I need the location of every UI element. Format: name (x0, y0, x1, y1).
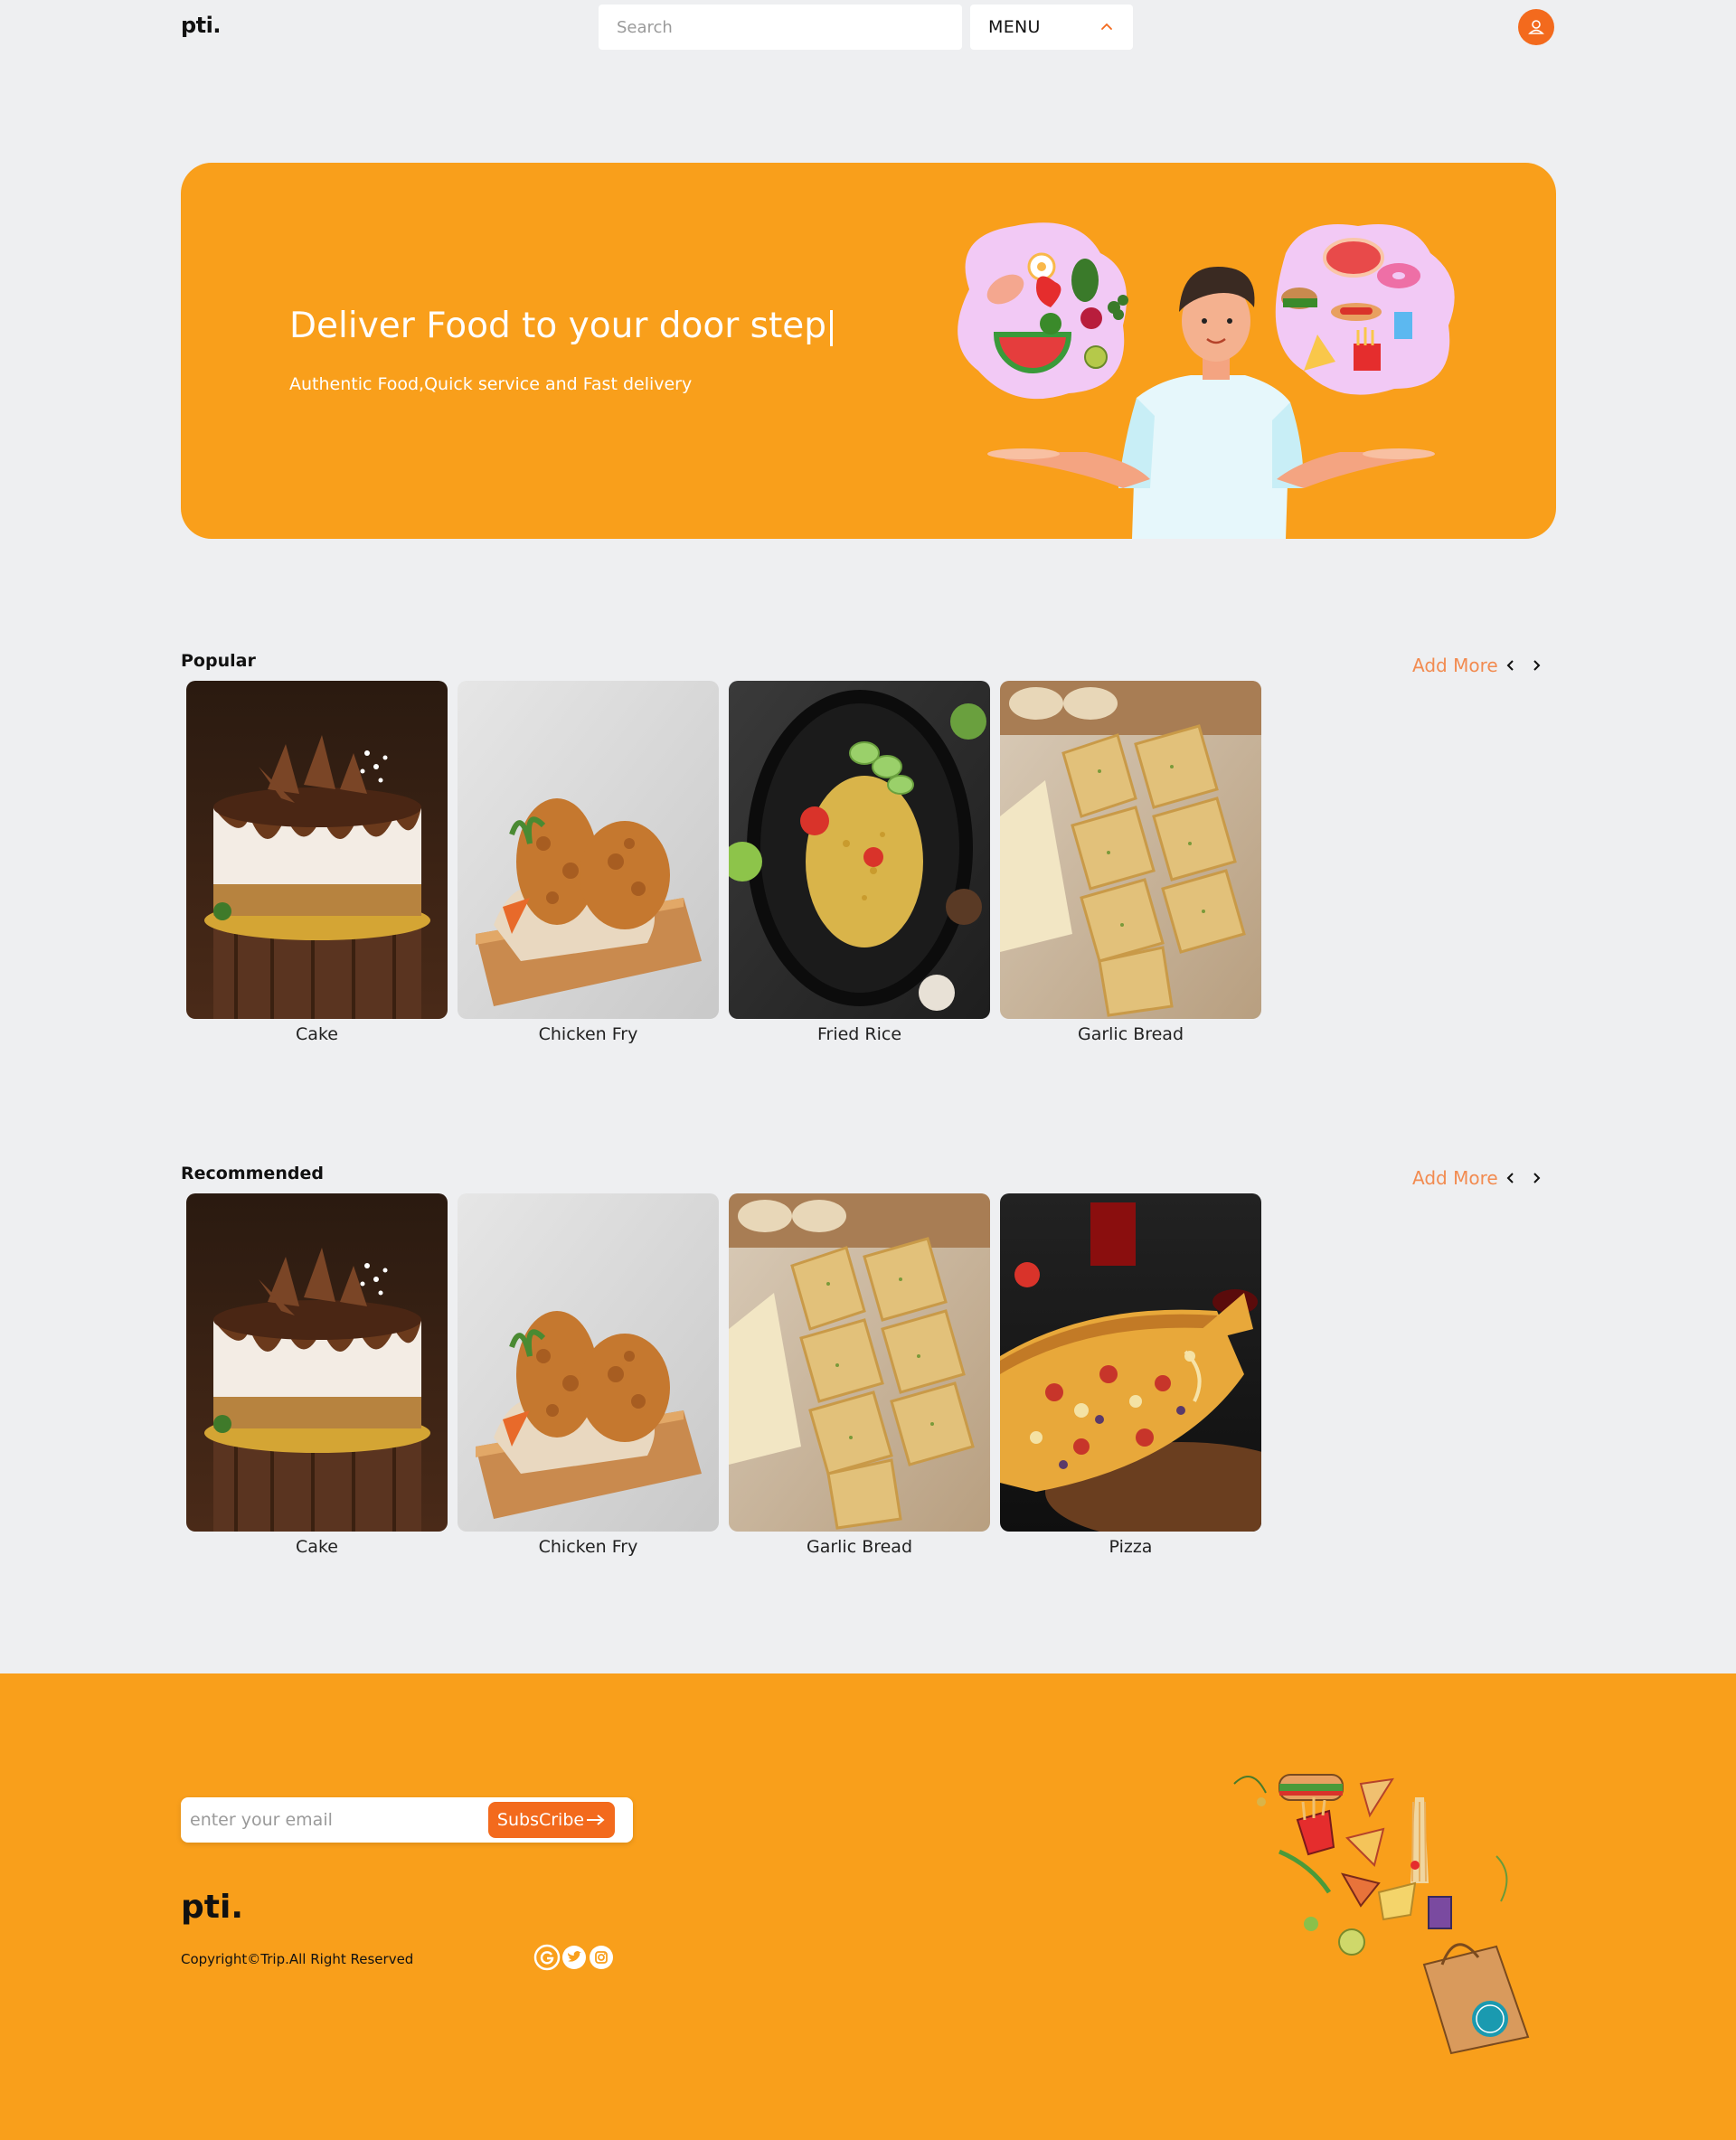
food-card-label: Chicken Fry (538, 1024, 638, 1044)
text-caret (830, 309, 834, 346)
food-card-label: Garlic Bread (1077, 1024, 1184, 1044)
fried-rice-image (729, 681, 990, 1019)
food-card[interactable]: Garlic Bread (1000, 681, 1261, 1044)
recommended-add-more-link[interactable]: Add More (1412, 1167, 1498, 1189)
food-card[interactable]: Cake (186, 681, 448, 1044)
footer: SubsCribe pti. Copyright©Trip.All Right … (0, 1673, 1736, 2140)
chicken-fry-image (458, 1193, 719, 1532)
chevron-right-icon[interactable] (1526, 655, 1546, 675)
footer-logo[interactable]: pti. (181, 1889, 243, 1926)
twitter-icon[interactable] (561, 1944, 588, 1971)
cake-image (186, 681, 448, 1019)
food-card-label: Chicken Fry (538, 1537, 638, 1557)
arrow-right-icon (587, 1815, 605, 1825)
food-card[interactable]: Chicken Fry (458, 1193, 719, 1557)
top-nav: pti. MENU (0, 0, 1736, 63)
hero-subtitle: Authentic Food,Quick service and Fast de… (289, 374, 693, 394)
instagram-icon[interactable] (588, 1944, 615, 1971)
chevron-up-icon (1101, 23, 1112, 30)
food-card[interactable]: Fried Rice (729, 681, 990, 1044)
newsletter-form: SubsCribe (181, 1797, 633, 1843)
delivery-person-illustration (958, 222, 1455, 539)
food-card-label: Fried Rice (816, 1024, 902, 1044)
pizza-image (1000, 1193, 1261, 1532)
hero-title-text: Deliver Food to your door step (289, 306, 827, 346)
subscribe-label: SubsCribe (496, 1810, 585, 1830)
food-card-label: Cake (296, 1537, 338, 1557)
food-card-label: Cake (296, 1024, 338, 1044)
hero-title: Deliver Food to your door step (289, 306, 834, 346)
google-icon[interactable] (533, 1944, 561, 1971)
cake-image (186, 1193, 448, 1532)
logo[interactable]: pti. (181, 13, 222, 38)
food-card[interactable]: Cake (186, 1193, 448, 1557)
search-input[interactable] (599, 5, 962, 50)
food-card-label: Garlic Bread (806, 1537, 913, 1557)
copyright-text: Copyright©Trip.All Right Reserved (181, 1951, 414, 1967)
chevron-left-icon[interactable] (1501, 1168, 1521, 1188)
email-input[interactable] (190, 1797, 479, 1843)
garlic-bread-image (729, 1193, 990, 1532)
popular-section-title: Popular (181, 651, 256, 671)
chicken-fry-image (458, 681, 719, 1019)
user-icon (1528, 20, 1544, 34)
food-card[interactable]: Chicken Fry (458, 681, 719, 1044)
food-bag-illustration (1233, 1774, 1530, 2055)
chevron-left-icon[interactable] (1501, 655, 1521, 675)
food-card[interactable]: Pizza (1000, 1193, 1261, 1557)
social-links (533, 1944, 615, 1971)
hero-banner: Deliver Food to your door step Authentic… (181, 163, 1556, 539)
chevron-right-icon[interactable] (1526, 1168, 1546, 1188)
menu-label: MENU (988, 17, 1041, 37)
recommended-carousel-controls (1501, 1168, 1546, 1188)
garlic-bread-image (1000, 681, 1261, 1019)
food-card-label: Pizza (1109, 1537, 1153, 1557)
popular-add-more-link[interactable]: Add More (1412, 655, 1498, 676)
food-card[interactable]: Garlic Bread (729, 1193, 990, 1557)
recommended-section-title: Recommended (181, 1164, 324, 1183)
subscribe-button[interactable]: SubsCribe (488, 1802, 615, 1838)
popular-carousel-controls (1501, 655, 1546, 675)
menu-dropdown-button[interactable]: MENU (970, 5, 1133, 50)
user-avatar[interactable] (1518, 9, 1554, 45)
